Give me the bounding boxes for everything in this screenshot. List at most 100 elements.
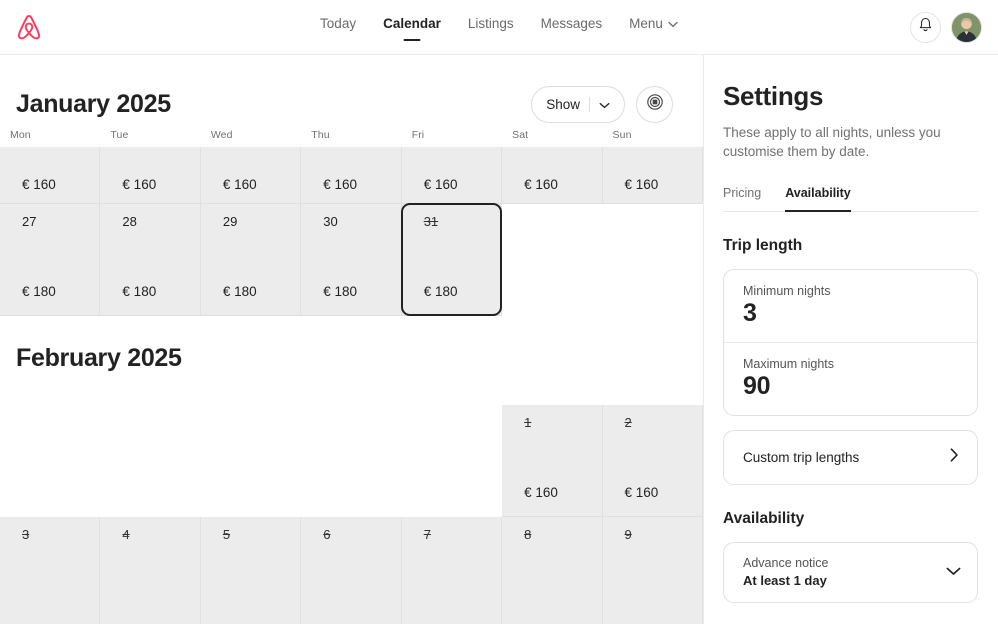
advance-notice-label: Advance notice: [743, 556, 829, 571]
tab-availability[interactable]: Availability: [785, 186, 851, 213]
day-number: 31: [423, 214, 439, 229]
day-number: 1: [524, 415, 532, 430]
calendar-day-cell[interactable]: 5: [200, 517, 302, 624]
advance-notice-card[interactable]: Advance notice At least 1 day: [723, 542, 978, 604]
day-price: € 160: [22, 177, 56, 192]
advance-notice-text: Advance notice At least 1 day: [743, 556, 828, 588]
day-number: 29: [222, 214, 238, 229]
calendar-day-cell-empty: [200, 405, 302, 517]
calendar-day-cell[interactable]: € 160: [602, 147, 703, 204]
calendar-day-cell[interactable]: 9: [602, 517, 703, 624]
calendar-day-cell[interactable]: € 160: [301, 147, 402, 204]
day-number: 30: [323, 214, 338, 229]
custom-trip-lengths-row[interactable]: Custom trip lengths: [724, 431, 977, 484]
day-number: 8: [524, 527, 532, 542]
calendar-day-cell[interactable]: 30 € 180: [301, 204, 402, 316]
calendar-settings-button[interactable]: [636, 85, 673, 123]
page-body: January 2025 Show Mon Tue Wed Thu Fri Sa…: [0, 55, 998, 624]
day-number: 6: [323, 527, 331, 542]
custom-trip-lengths-card[interactable]: Custom trip lengths: [723, 430, 978, 486]
app-root: Today Calendar Listings Messages Menu Ja…: [0, 0, 998, 624]
calendar-day-cell[interactable]: 7: [401, 517, 503, 624]
maximum-nights-value: 90: [743, 372, 771, 401]
trip-length-heading: Trip length: [723, 237, 803, 255]
calendar-day-cell[interactable]: 6: [301, 517, 402, 624]
calendar-week-row: € 160 € 160 € 160 € 160 € 160 € 160 € 16…: [0, 147, 703, 204]
show-button-label: Show: [546, 96, 580, 112]
weekday-fri: Fri: [411, 129, 425, 141]
show-button-divider: [589, 96, 590, 112]
minimum-nights-label: Minimum nights: [743, 284, 831, 299]
calendar-day-cell[interactable]: 28 € 180: [100, 204, 201, 316]
day-price: € 180: [122, 284, 157, 299]
bell-icon: [918, 17, 933, 38]
calendar-day-cell[interactable]: € 160: [200, 147, 302, 204]
nav-item-today[interactable]: Today: [320, 12, 356, 43]
calendar-settings-icon: [646, 93, 664, 116]
day-number: 3: [22, 527, 30, 542]
calendar-day-cell[interactable]: 1 € 160: [502, 405, 603, 517]
calendar-day-cell[interactable]: 29 € 180: [200, 204, 302, 316]
availability-heading: Availability: [723, 510, 805, 528]
advance-notice-row[interactable]: Advance notice At least 1 day: [724, 543, 977, 602]
chevron-down-icon[interactable]: [946, 563, 961, 581]
calendar-day-cell-empty: [401, 405, 503, 517]
calendar-day-cell[interactable]: 4: [100, 517, 201, 624]
calendar-day-cell-empty: [100, 405, 201, 517]
month-title-january: January 2025: [16, 89, 171, 118]
calendar-week-row: 3 4 5 6 7 8 9: [0, 517, 703, 624]
settings-title: Settings: [723, 81, 824, 111]
day-price: € 180: [22, 284, 56, 299]
day-price: € 160: [524, 177, 558, 192]
chevron-down-icon: [668, 16, 678, 31]
settings-tabs: Pricing Availability: [723, 186, 978, 213]
day-price: € 160: [222, 177, 257, 192]
nav-item-messages[interactable]: Messages: [541, 12, 603, 43]
day-number: 4: [122, 527, 130, 542]
airbnb-logo[interactable]: [14, 10, 48, 44]
calendar-day-cell-selected[interactable]: 31 € 180: [400, 203, 503, 316]
settings-subtitle: These apply to all nights, unless you cu…: [723, 125, 941, 160]
weekday-wed: Wed: [210, 129, 233, 141]
calendar-header: January 2025 Show: [0, 55, 703, 129]
day-price: € 160: [524, 485, 558, 500]
chevron-down-icon: [599, 97, 610, 112]
calendar-day-cell[interactable]: € 160: [401, 147, 503, 204]
day-price: € 180: [323, 284, 358, 299]
day-price: € 160: [323, 177, 358, 192]
calendar-day-cell[interactable]: 2 € 160: [602, 405, 703, 517]
day-number: 28: [122, 214, 137, 229]
calendar-week-row: 1 € 160 2 € 160: [0, 405, 703, 517]
nav-item-menu[interactable]: Menu: [629, 12, 678, 43]
nav-item-listings[interactable]: Listings: [468, 12, 514, 43]
day-number: 2: [624, 415, 632, 430]
advance-notice-value: At least 1 day: [743, 573, 827, 589]
calendar-day-cell-empty: [301, 405, 402, 517]
settings-panel: Settings These apply to all nights, unle…: [704, 55, 998, 624]
calendar-day-cell-empty: [502, 204, 603, 316]
nav-item-calendar[interactable]: Calendar: [383, 12, 441, 43]
user-avatar[interactable]: [951, 11, 982, 43]
calendar-day-cell-empty: [0, 405, 101, 517]
weekday-tue: Tue: [110, 129, 129, 141]
calendar-day-cell[interactable]: 27 € 180: [0, 204, 101, 316]
calendar-day-cell[interactable]: 3: [0, 517, 101, 624]
calendar-day-cell[interactable]: € 160: [0, 147, 101, 204]
top-header: Today Calendar Listings Messages Menu: [0, 0, 998, 55]
calendar-day-cell[interactable]: 8: [502, 517, 603, 624]
month-block-february: February 2025 1 € 160 2 € 160 3 4 5 6 7 …: [0, 316, 703, 624]
maximum-nights-label: Maximum nights: [743, 357, 834, 372]
calendar-day-cell[interactable]: € 160: [100, 147, 201, 204]
nav-menu-label: Menu: [629, 15, 663, 31]
custom-trip-lengths-label: Custom trip lengths: [743, 450, 860, 466]
calendar-day-cell[interactable]: € 160: [502, 147, 603, 204]
minimum-nights-value: 3: [743, 299, 757, 328]
day-price: € 180: [222, 284, 257, 299]
maximum-nights-row[interactable]: Maximum nights 90: [724, 342, 977, 415]
tab-pricing[interactable]: Pricing: [723, 186, 761, 211]
notifications-button[interactable]: [910, 11, 941, 43]
day-price: € 160: [624, 485, 659, 500]
show-button[interactable]: Show: [531, 85, 625, 123]
minimum-nights-row[interactable]: Minimum nights 3: [724, 270, 977, 342]
day-number: 7: [423, 527, 431, 542]
